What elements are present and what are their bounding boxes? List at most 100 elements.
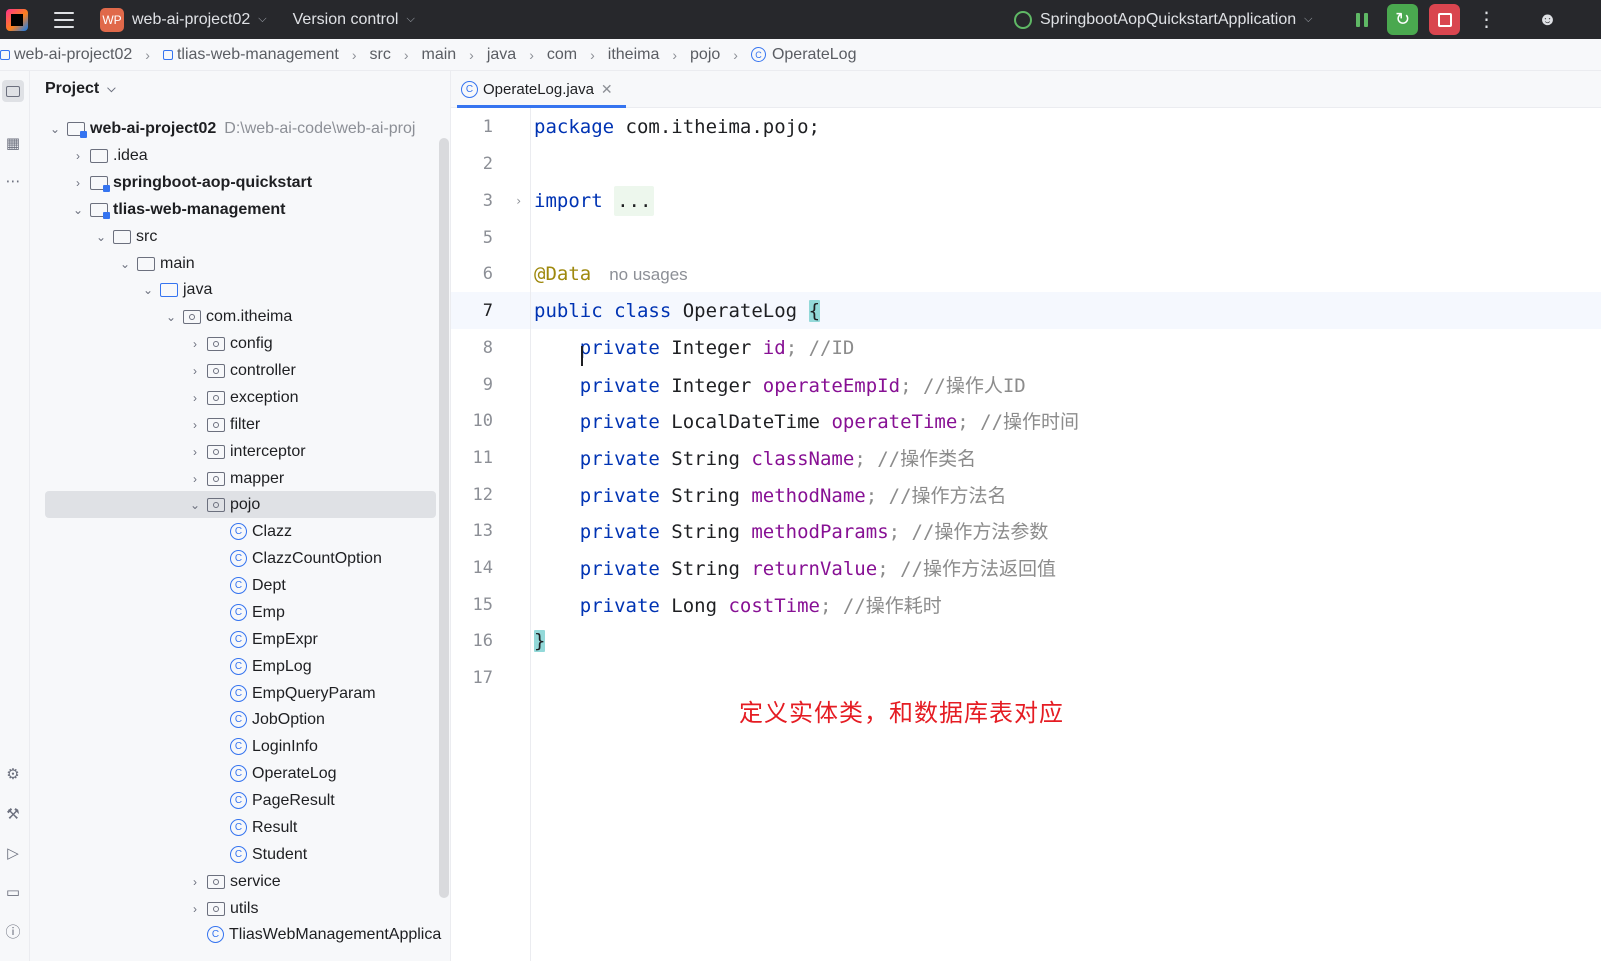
- tree-node-main[interactable]: ⌄ main: [30, 250, 450, 277]
- problems-tool-icon[interactable]: ⓘ: [2, 920, 24, 942]
- chevron-right-icon[interactable]: ›: [187, 875, 203, 889]
- tree-node-utils[interactable]: › utils: [30, 895, 450, 922]
- intellij-logo-icon[interactable]: [6, 8, 28, 31]
- tree-node-java[interactable]: ⌄ java: [30, 276, 450, 303]
- tree-node-application-class[interactable]: C TliasWebManagementApplica: [30, 921, 450, 948]
- breadcrumb-item[interactable]: C OperateLog: [750, 46, 856, 64]
- module-icon: [162, 49, 173, 60]
- class-icon: C: [230, 846, 247, 863]
- chevron-right-icon[interactable]: ›: [70, 176, 86, 190]
- tree-node-class[interactable]: C Dept: [30, 572, 450, 599]
- class-icon: C: [230, 631, 247, 648]
- project-switcher[interactable]: web-ai-project02: [132, 11, 250, 29]
- structure-tool-icon[interactable]: ▦: [2, 132, 24, 154]
- tree-node-tlias-web-management[interactable]: ⌄ tlias-web-management: [30, 196, 450, 223]
- tree-node-service[interactable]: › service: [30, 868, 450, 895]
- debug-tool-icon[interactable]: ⚙: [2, 763, 24, 785]
- chevron-down-icon[interactable]: ⌄: [70, 203, 86, 217]
- chevron-right-icon[interactable]: ›: [187, 418, 203, 432]
- line-number: 5: [482, 227, 493, 248]
- tree-node-springboot-aop-quickstart[interactable]: › springboot-aop-quickstart: [30, 169, 450, 196]
- matched-brace: }: [534, 629, 546, 652]
- chevron-down-icon[interactable]: ⌄: [140, 283, 156, 297]
- breadcrumb-item[interactable]: tlias-web-management: [162, 46, 339, 64]
- tree-node-class[interactable]: C EmpQueryParam: [30, 680, 450, 707]
- tree-node-class[interactable]: C EmpLog: [30, 653, 450, 680]
- left-tool-strip: ▦ ⋯ ⚙ ⚒ ▷ ▭ ⓘ: [0, 71, 30, 961]
- chevron-down-icon[interactable]: ⌄: [47, 122, 63, 136]
- chevron-down-icon[interactable]: ⌵: [258, 13, 266, 26]
- tree-node-filter[interactable]: › filter: [30, 411, 450, 438]
- main-menu-icon[interactable]: [54, 11, 74, 28]
- project-tool-icon[interactable]: [2, 80, 24, 102]
- code-line: 8 private Integer id; //ID: [451, 329, 1601, 366]
- tree-node-class[interactable]: C Student: [30, 841, 450, 868]
- line-number: 8: [482, 337, 493, 358]
- usages-inlay-hint[interactable]: no usages: [609, 265, 687, 284]
- tree-node-interceptor[interactable]: › interceptor: [30, 438, 450, 465]
- chevron-right-icon[interactable]: ›: [187, 902, 203, 916]
- tree-node-mapper[interactable]: › mapper: [30, 465, 450, 492]
- chevron-right-icon[interactable]: ›: [187, 445, 203, 459]
- chevron-down-icon[interactable]: ⌄: [93, 230, 109, 244]
- code-line: 11 private String className; //操作类名: [451, 439, 1601, 476]
- tree-node-class[interactable]: C Clazz: [30, 518, 450, 545]
- chevron-right-icon[interactable]: ›: [187, 337, 203, 351]
- chevron-down-icon[interactable]: ⌄: [117, 257, 133, 271]
- rerun-button[interactable]: ↻: [1387, 4, 1418, 35]
- tree-node-idea[interactable]: › .idea: [30, 142, 450, 169]
- tree-node-controller[interactable]: › controller: [30, 357, 450, 384]
- code-editor[interactable]: 1 package com.itheima.pojo; 2 3 › import…: [451, 108, 1601, 961]
- run-configuration-selector[interactable]: SpringbootAopQuickstartApplication ⌵: [1014, 0, 1313, 39]
- folded-imports[interactable]: ...: [614, 185, 655, 216]
- breadcrumb-item[interactable]: main: [421, 46, 456, 64]
- tree-node-com-itheima[interactable]: ⌄ com.itheima: [30, 303, 450, 330]
- tree-node-class[interactable]: C JobOption: [30, 706, 450, 733]
- tree-node-pojo[interactable]: ⌄ pojo: [30, 491, 450, 518]
- tree-node-class[interactable]: C EmpExpr: [30, 626, 450, 653]
- chevron-right-icon[interactable]: ›: [70, 149, 86, 163]
- debug-pause-button[interactable]: [1346, 4, 1377, 35]
- close-icon[interactable]: ✕: [601, 81, 613, 98]
- tree-node-web-ai-project02[interactable]: ⌄ web-ai-project02 D:\web-ai-code\web-ai…: [30, 115, 450, 142]
- fold-expand-icon[interactable]: ›: [515, 194, 522, 208]
- breadcrumb-item[interactable]: java: [487, 46, 516, 64]
- chevron-down-icon[interactable]: ⌵: [406, 13, 414, 26]
- tree-node-class[interactable]: C OperateLog: [30, 760, 450, 787]
- run-tool-icon[interactable]: ▷: [2, 842, 24, 864]
- chevron-right-icon[interactable]: ›: [187, 391, 203, 405]
- stop-button[interactable]: [1429, 4, 1460, 35]
- breadcrumb-item[interactable]: itheima: [608, 46, 660, 64]
- more-actions-icon[interactable]: ⋮: [1471, 4, 1502, 35]
- chevron-right-icon[interactable]: ›: [187, 364, 203, 378]
- tree-node-config[interactable]: › config: [30, 330, 450, 357]
- breadcrumb-item[interactable]: pojo: [690, 46, 720, 64]
- package-icon: [207, 390, 225, 405]
- tree-node-class[interactable]: C LoginInfo: [30, 733, 450, 760]
- breadcrumb-item[interactable]: src: [369, 46, 390, 64]
- tree-node-exception[interactable]: › exception: [30, 384, 450, 411]
- class-icon: C: [230, 523, 247, 540]
- class-icon: C: [230, 658, 247, 675]
- breadcrumb-item[interactable]: web-ai-project02: [0, 46, 132, 64]
- chevron-down-icon[interactable]: ⌄: [163, 310, 179, 324]
- project-panel-header[interactable]: Project ⌵: [45, 80, 116, 98]
- module-icon: [0, 49, 10, 60]
- tree-node-src[interactable]: ⌄ src: [30, 223, 450, 250]
- breadcrumb-item[interactable]: com: [547, 46, 577, 64]
- chevron-right-icon[interactable]: ›: [187, 472, 203, 486]
- tree-node-class[interactable]: C Result: [30, 814, 450, 841]
- tree-node-class[interactable]: C ClazzCountOption: [30, 545, 450, 572]
- more-tools-icon[interactable]: ⋯: [2, 170, 24, 192]
- tab-operatelog-java[interactable]: C OperateLog.java ✕: [457, 71, 626, 108]
- chevron-down-icon[interactable]: ⌄: [187, 498, 203, 512]
- tree-node-class[interactable]: C PageResult: [30, 787, 450, 814]
- version-control-menu[interactable]: Version control: [293, 11, 399, 29]
- build-tool-icon[interactable]: ⚒: [2, 803, 24, 825]
- tree-node-class[interactable]: C Emp: [30, 599, 450, 626]
- line-number: 3: [482, 190, 493, 211]
- terminal-tool-icon[interactable]: ▭: [2, 881, 24, 903]
- project-tree-scrollbar[interactable]: [439, 138, 449, 898]
- add-user-icon[interactable]: ☻: [1532, 4, 1563, 35]
- project-badge[interactable]: WP: [100, 7, 124, 32]
